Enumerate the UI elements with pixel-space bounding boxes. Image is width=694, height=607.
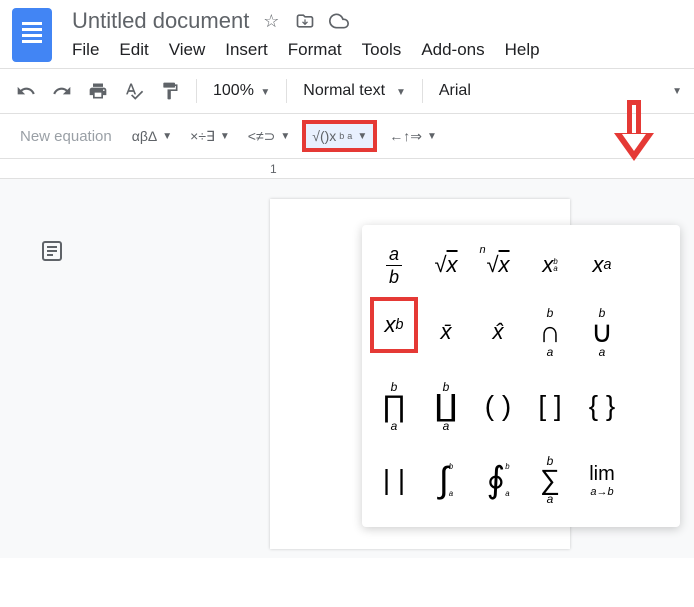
fraction-option[interactable]: ab xyxy=(370,237,418,293)
print-icon[interactable] xyxy=(84,77,112,105)
nth-root-option[interactable]: n√x xyxy=(474,237,522,293)
sub-sup-option[interactable]: xba xyxy=(526,237,574,293)
menu-help[interactable]: Help xyxy=(505,40,540,60)
parentheses-option[interactable]: ( ) xyxy=(474,371,522,441)
sqrt-option[interactable]: √x xyxy=(422,237,470,293)
equation-toolbar: New equation αβΔ ▼ ×÷∃ ▼ <≠⊃ ▼ √()xba ▼ … xyxy=(0,113,694,158)
integral-option[interactable]: ∫ba xyxy=(422,445,470,515)
contour-integral-option[interactable]: ∮ba xyxy=(474,445,522,515)
superscript-option[interactable]: xb xyxy=(370,297,418,353)
styles-dropdown[interactable]: Normal text ▼ xyxy=(299,78,410,104)
product-option[interactable]: b∏a xyxy=(370,371,418,441)
menu-bar: File Edit View Insert Format Tools Add-o… xyxy=(72,38,682,68)
bars-option[interactable]: | | xyxy=(370,445,418,515)
ruler-mark: 1 xyxy=(270,162,277,176)
zoom-dropdown[interactable]: 100% ▼ xyxy=(209,78,274,104)
math-ops-dropdown[interactable]: √()xba ▼ xyxy=(302,120,377,152)
chevron-down-icon[interactable]: ▼ xyxy=(672,86,682,97)
cloud-status-icon[interactable] xyxy=(329,11,349,31)
annotation-arrow xyxy=(614,100,654,168)
doc-header: Untitled document ☆ File Edit View Inser… xyxy=(72,8,682,68)
menu-file[interactable]: File xyxy=(72,40,99,60)
move-folder-icon[interactable] xyxy=(295,11,315,31)
subscript-option[interactable]: xa xyxy=(578,237,626,293)
outline-icon[interactable] xyxy=(40,239,64,268)
spellcheck-icon[interactable] xyxy=(120,77,148,105)
limit-option[interactable]: lima→b xyxy=(578,445,626,515)
toolbar-separator xyxy=(422,79,423,103)
star-icon[interactable]: ☆ xyxy=(261,11,281,31)
new-equation-button[interactable]: New equation xyxy=(12,124,120,149)
docs-logo-icon[interactable] xyxy=(12,8,52,62)
union-option[interactable]: b∪a xyxy=(578,297,626,367)
braces-option[interactable]: { } xyxy=(578,371,626,441)
font-dropdown[interactable]: Arial xyxy=(435,78,475,104)
title-row: Untitled document ☆ xyxy=(72,8,682,34)
paint-format-icon[interactable] xyxy=(156,77,184,105)
menu-addons[interactable]: Add-ons xyxy=(421,40,484,60)
redo-icon[interactable] xyxy=(48,77,76,105)
xbar-option[interactable]: x̄ xyxy=(422,297,470,367)
coproduct-option[interactable]: b∐a xyxy=(422,371,470,441)
sum-option[interactable]: b∑a xyxy=(526,445,574,515)
toolbar-separator xyxy=(286,79,287,103)
menu-tools[interactable]: Tools xyxy=(362,40,402,60)
math-ops-submenu: ab √x n√x xba xa xb x̄ x̂ b∩a b∪a b∏a b∐… xyxy=(362,225,680,527)
menu-insert[interactable]: Insert xyxy=(225,40,268,60)
header-bar: Untitled document ☆ File Edit View Inser… xyxy=(0,0,694,68)
xhat-option[interactable]: x̂ xyxy=(474,297,522,367)
ruler[interactable]: 1 xyxy=(0,159,694,179)
main-toolbar: 100% ▼ Normal text ▼ Arial ▼ xyxy=(0,68,694,113)
menu-format[interactable]: Format xyxy=(288,40,342,60)
brackets-option[interactable]: [ ] xyxy=(526,371,574,441)
intersection-option[interactable]: b∩a xyxy=(526,297,574,367)
arrows-dropdown[interactable]: ←↑⇒ ▼ xyxy=(383,124,443,149)
misc-ops-dropdown[interactable]: ×÷∃ ▼ xyxy=(184,124,236,149)
menu-edit[interactable]: Edit xyxy=(119,40,148,60)
greek-letters-dropdown[interactable]: αβΔ ▼ xyxy=(126,124,178,148)
toolbar-separator xyxy=(196,79,197,103)
undo-icon[interactable] xyxy=(12,77,40,105)
title-icons: ☆ xyxy=(261,11,349,31)
menu-view[interactable]: View xyxy=(169,40,206,60)
doc-title[interactable]: Untitled document xyxy=(72,8,249,34)
relations-dropdown[interactable]: <≠⊃ ▼ xyxy=(242,124,297,149)
